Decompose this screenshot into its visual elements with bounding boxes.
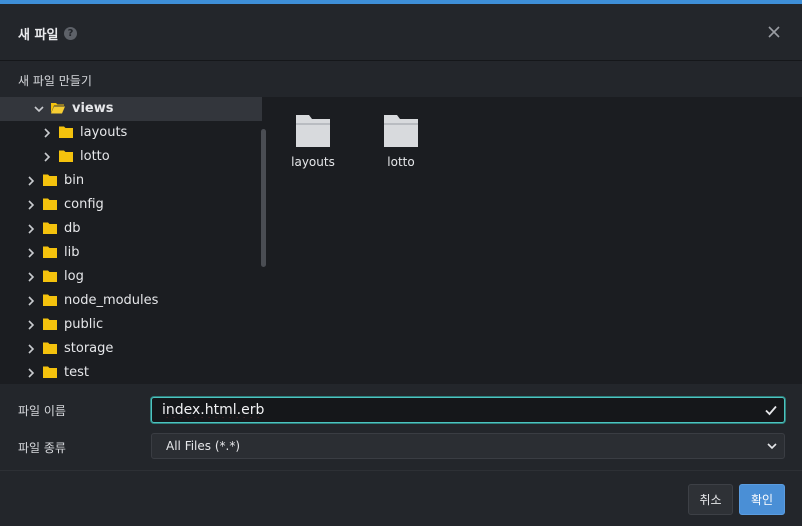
tree-item-lotto[interactable]: lotto — [0, 145, 262, 169]
file-type-select[interactable]: All Files (*.*) — [151, 433, 785, 459]
folder-icon — [43, 198, 57, 210]
tree-item-db[interactable]: db — [0, 217, 262, 241]
tree-item-layouts[interactable]: layouts — [0, 121, 262, 145]
check-icon[interactable] — [764, 403, 778, 417]
tree-item-test[interactable]: test — [0, 361, 262, 384]
file-name-label: 파일 이름 — [18, 404, 66, 418]
file-item-label: lotto — [387, 155, 415, 169]
file-type-value: All Files (*.*) — [166, 439, 241, 453]
folder-icon — [43, 222, 57, 234]
tree-item-label: public — [64, 317, 104, 332]
folder-icon — [43, 246, 57, 258]
tree-item-config[interactable]: config — [0, 193, 262, 217]
file-form: 파일 이름 파일 종류 All Files (*.*) — [0, 384, 802, 470]
dialog-footer: 취소 확인 — [0, 470, 802, 526]
tree-item-label: bin — [64, 173, 85, 188]
tree-item-lib[interactable]: lib — [0, 241, 262, 265]
file-name-input[interactable] — [162, 400, 742, 420]
chevron-right-icon[interactable] — [25, 271, 37, 283]
tree-item-label: test — [64, 365, 89, 380]
chevron-right-icon[interactable] — [41, 151, 53, 163]
chevron-right-icon[interactable] — [25, 343, 37, 355]
folder-icon — [384, 115, 418, 147]
chevron-right-icon[interactable] — [25, 367, 37, 379]
folder-open-icon — [51, 103, 65, 114]
tree-item-node-modules[interactable]: node_modules — [0, 289, 262, 313]
tree-item-label: node_modules — [64, 293, 159, 308]
folder-icon — [43, 366, 57, 378]
chevron-right-icon[interactable] — [25, 223, 37, 235]
tree-item-bin[interactable]: bin — [0, 169, 262, 193]
folder-icon — [59, 126, 73, 138]
file-item-lotto[interactable]: lotto — [371, 115, 431, 175]
tree-item-label: views — [72, 101, 114, 116]
tree-item-label: config — [64, 197, 104, 212]
dialog-title: 새 파일 — [18, 28, 59, 43]
folder-icon — [43, 342, 57, 354]
chevron-right-icon[interactable] — [25, 175, 37, 187]
tree-item-storage[interactable]: storage — [0, 337, 262, 361]
tree-scrollbar[interactable] — [261, 129, 266, 267]
tree-item-label: layouts — [80, 125, 128, 140]
folder-icon — [43, 270, 57, 282]
chevron-down-icon[interactable] — [33, 103, 45, 115]
close-icon[interactable] — [766, 24, 782, 40]
file-item-layouts[interactable]: layouts — [283, 115, 343, 175]
cancel-button[interactable]: 취소 — [688, 484, 733, 515]
folder-icon — [296, 115, 330, 147]
chevron-down-icon — [767, 443, 777, 450]
chevron-right-icon[interactable] — [25, 247, 37, 259]
folder-icon — [59, 150, 73, 162]
tree-item-log[interactable]: log — [0, 265, 262, 289]
tree-item-label: db — [64, 221, 81, 236]
dialog-subheader: 새 파일 만들기 — [0, 61, 802, 96]
chevron-right-icon[interactable] — [25, 319, 37, 331]
tree-item-views[interactable]: views — [0, 97, 262, 121]
file-type-label: 파일 종류 — [18, 441, 66, 455]
tree-item-public[interactable]: public — [0, 313, 262, 337]
file-item-label: layouts — [291, 155, 335, 169]
file-name-field[interactable] — [151, 397, 785, 423]
chevron-right-icon[interactable] — [25, 295, 37, 307]
folder-icon — [43, 294, 57, 306]
folder-icon — [43, 318, 57, 330]
question-icon[interactable]: ? — [64, 27, 77, 40]
tree-item-label: log — [64, 269, 84, 284]
dialog-header: 새 파일 ? — [0, 4, 802, 61]
tree-item-label: storage — [64, 341, 114, 356]
folder-icon — [43, 174, 57, 186]
dialog-subtitle: 새 파일 만들기 — [18, 74, 92, 88]
ok-button[interactable]: 확인 — [739, 484, 785, 515]
chevron-right-icon[interactable] — [25, 199, 37, 211]
folder-tree: views layouts lotto bin config db lib lo… — [0, 97, 270, 384]
file-list: layouts lotto — [270, 97, 802, 384]
tree-item-label: lotto — [80, 149, 110, 164]
chevron-right-icon[interactable] — [41, 127, 53, 139]
tree-item-label: lib — [64, 245, 80, 260]
new-file-dialog: 새 파일 ? 새 파일 만들기 views layouts lotto bin … — [0, 4, 802, 526]
